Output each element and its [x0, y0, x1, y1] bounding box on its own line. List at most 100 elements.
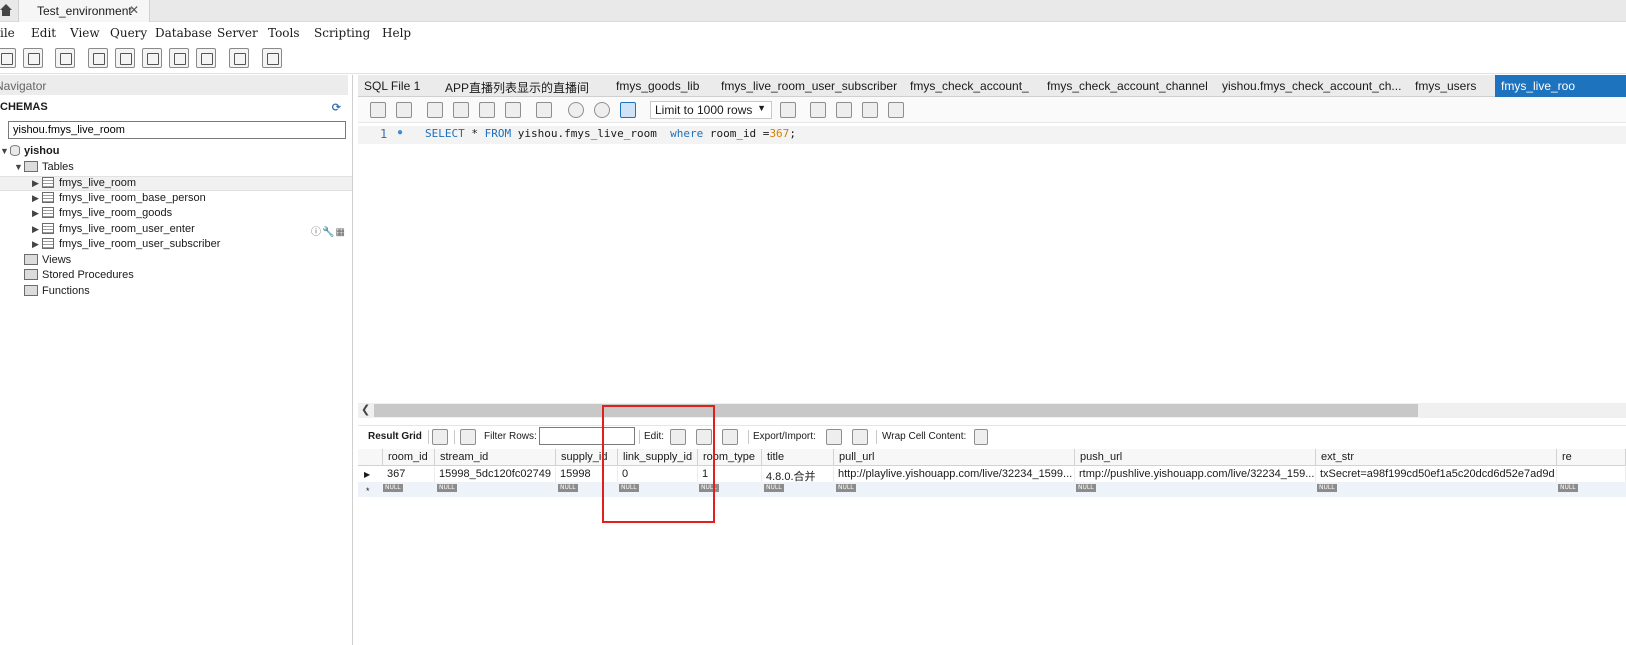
- menu-tools[interactable]: Tools: [268, 26, 300, 40]
- grid-cell[interactable]: http://playlive.yishouapp.com/live/32234…: [834, 467, 1075, 483]
- chevron-down-icon[interactable]: ▼: [0, 146, 10, 156]
- grid-cell[interactable]: 15998_5dc120fc02749: [435, 467, 556, 483]
- bookmark-star-icon[interactable]: [780, 102, 796, 118]
- save-icon[interactable]: [396, 102, 412, 118]
- delete-row-icon[interactable]: [722, 429, 738, 445]
- limit-rows-select[interactable]: Limit to 1000 rows ▼: [650, 101, 772, 119]
- column-header[interactable]: title: [762, 449, 834, 466]
- menu-edit[interactable]: Edit: [31, 26, 56, 40]
- new-sql-tab-icon[interactable]: [0, 48, 16, 68]
- tab-sql-file-1[interactable]: SQL File 1: [358, 75, 426, 97]
- result-toolbar: Result Grid Filter Rows: Edit: Export/Im…: [358, 425, 1626, 447]
- tab-goods-lib[interactable]: fmys_goods_lib: [610, 75, 705, 97]
- home-icon[interactable]: [0, 3, 12, 17]
- find-icon[interactable]: [836, 102, 852, 118]
- chevron-right-icon[interactable]: ▶: [32, 208, 42, 219]
- inspector-icon[interactable]: [55, 48, 75, 68]
- table-item[interactable]: ▶ fmys_live_room_user_subscriber: [32, 238, 220, 253]
- stored-procedures-node[interactable]: Stored Procedures: [24, 269, 134, 284]
- beautify-icon[interactable]: [810, 102, 826, 118]
- menu-server[interactable]: Server: [217, 26, 258, 40]
- commit-icon[interactable]: [568, 102, 584, 118]
- import-icon[interactable]: [852, 429, 868, 445]
- new-row[interactable]: [358, 482, 1626, 497]
- grid-cell[interactable]: 4.8.0.合并: [762, 467, 834, 483]
- table-item[interactable]: ▶ fmys_live_room_goods: [32, 207, 172, 222]
- create-function-icon[interactable]: [196, 48, 216, 68]
- wrap-cell-icon[interactable]: [974, 429, 988, 445]
- row-action-icons[interactable]: ⓘ🔧▦: [311, 223, 346, 238]
- column-header[interactable]: push_url: [1075, 449, 1316, 466]
- tab-app-live-list[interactable]: APP直播列表显示的直播间: [439, 75, 595, 97]
- table-item[interactable]: ▶ fmys_live_room_user_enter ⓘ🔧▦: [32, 223, 352, 238]
- wrap-cell-label: Wrap Cell Content:: [882, 431, 967, 442]
- tab-check-account-channel[interactable]: fmys_check_account_channel: [1041, 75, 1214, 97]
- wrap-lines-icon[interactable]: [888, 102, 904, 118]
- menu-view[interactable]: View: [70, 26, 100, 40]
- execute-icon[interactable]: [427, 102, 443, 118]
- chevron-right-icon[interactable]: ▶: [32, 224, 42, 235]
- column-header[interactable]: stream_id: [435, 449, 556, 466]
- invisible-chars-icon[interactable]: [862, 102, 878, 118]
- tab-yishou-check-account[interactable]: yishou.fmys_check_account_ch...: [1216, 75, 1407, 97]
- autocommit-icon[interactable]: [620, 102, 636, 118]
- explain-icon[interactable]: [479, 102, 495, 118]
- chevron-down-icon[interactable]: ▼: [14, 162, 24, 172]
- sql-editor[interactable]: 1 ● SELECT * FROM yishou.fmys_live_room …: [358, 123, 1626, 403]
- create-procedure-icon[interactable]: [169, 48, 189, 68]
- grid-cell[interactable]: [1557, 467, 1626, 483]
- connection-tab[interactable]: Test_environment ✕: [18, 0, 150, 22]
- null-badge: NULL: [558, 484, 578, 492]
- toggle-error-icon[interactable]: [536, 102, 552, 118]
- reconnect-icon[interactable]: [262, 48, 282, 68]
- stop-icon[interactable]: [505, 102, 521, 118]
- grid-cell[interactable]: rtmp://pushlive.yishouapp.com/live/32234…: [1075, 467, 1316, 483]
- null-badge: NULL: [383, 484, 403, 492]
- schema-filter-input[interactable]: [8, 121, 346, 139]
- refresh-results-icon[interactable]: [460, 429, 476, 445]
- menu-query[interactable]: Query: [110, 26, 147, 40]
- rollback-icon[interactable]: [594, 102, 610, 118]
- result-grid-tab[interactable]: Result Grid: [368, 431, 422, 442]
- create-schema-icon[interactable]: [88, 48, 108, 68]
- chevron-right-icon[interactable]: ▶: [32, 178, 42, 189]
- folder-icon: [24, 161, 38, 172]
- column-header[interactable]: ext_str: [1316, 449, 1557, 466]
- refresh-icon[interactable]: ⟳: [332, 101, 341, 114]
- scrollbar-thumb[interactable]: [374, 404, 1418, 417]
- chevron-right-icon[interactable]: ▶: [32, 239, 42, 250]
- close-icon[interactable]: ✕: [129, 3, 139, 17]
- sql-code-line[interactable]: SELECT * FROM yishou.fmys_live_room wher…: [425, 127, 796, 140]
- column-header[interactable]: re: [1557, 449, 1626, 466]
- execute-current-icon[interactable]: [453, 102, 469, 118]
- menu-file[interactable]: ile: [0, 26, 15, 40]
- chevron-right-icon[interactable]: ▶: [32, 193, 42, 204]
- editor-horizontal-scrollbar[interactable]: ❮: [358, 403, 1626, 418]
- grid-cell[interactable]: txSecret=a98f199cd50ef1a5c20dcd6d52e7ad9…: [1316, 467, 1557, 483]
- tab-check-account[interactable]: fmys_check_account_: [904, 75, 1035, 97]
- menu-database[interactable]: Database: [155, 26, 212, 40]
- column-header[interactable]: room_id: [383, 449, 435, 466]
- tables-node[interactable]: ▼ Tables: [14, 161, 74, 176]
- open-sql-script-icon[interactable]: [23, 48, 43, 68]
- table-item[interactable]: ▶ fmys_live_room_base_person: [32, 192, 206, 207]
- tab-users[interactable]: fmys_users: [1409, 75, 1482, 97]
- menu-help[interactable]: Help: [382, 26, 411, 40]
- grid-cell[interactable]: 367: [383, 467, 435, 483]
- column-header[interactable]: pull_url: [834, 449, 1075, 466]
- open-folder-icon[interactable]: [370, 102, 386, 118]
- grid-layout-icon[interactable]: [432, 429, 448, 445]
- create-view-icon[interactable]: [142, 48, 162, 68]
- scroll-left-icon[interactable]: ❮: [361, 403, 370, 416]
- functions-node[interactable]: Functions: [24, 285, 90, 300]
- create-table-icon[interactable]: [115, 48, 135, 68]
- views-node[interactable]: Views: [24, 254, 71, 269]
- menu-scripting[interactable]: Scripting: [314, 26, 370, 40]
- tab-user-subscriber[interactable]: fmys_live_room_user_subscriber: [715, 75, 903, 97]
- table-item[interactable]: ▶ fmys_live_room: [0, 176, 352, 191]
- null-badge: NULL: [1076, 484, 1096, 492]
- export-icon[interactable]: [826, 429, 842, 445]
- tab-live-room-active[interactable]: fmys_live_roo: [1495, 75, 1626, 97]
- search-table-data-icon[interactable]: [229, 48, 249, 68]
- schema-yishou[interactable]: ▼ yishou: [0, 145, 59, 160]
